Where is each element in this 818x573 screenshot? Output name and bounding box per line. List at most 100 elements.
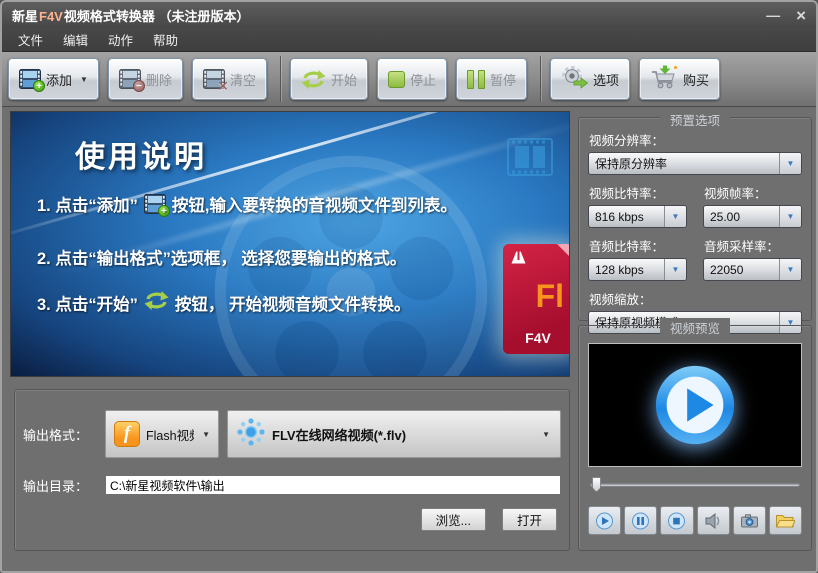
samplerate-label: 音频采样率： <box>704 240 780 254</box>
output-settings-group: 输出格式： f Flash视频 ▼ FLV在线网络视频(*.flv) ▼ 输出目… <box>14 389 570 551</box>
dropdown-arrow-button[interactable]: ▼ <box>779 153 801 174</box>
app-window: 新星F4V视频格式转换器 （未注册版本） — × 文件 编辑 动作 帮助 + 添… <box>0 0 818 573</box>
slider-track[interactable] <box>590 483 800 487</box>
clear-button[interactable]: ✕ 清空 <box>191 58 267 100</box>
adobe-logo-icon <box>511 251 526 264</box>
play-button[interactable] <box>588 506 622 535</box>
seek-slider[interactable] <box>590 477 800 493</box>
window-title: 新星F4V视频格式转换器 （未注册版本） <box>12 8 250 24</box>
play-overlay-icon[interactable] <box>651 361 739 449</box>
samplerate-select[interactable]: 22050 ▼ <box>703 258 802 281</box>
resolution-select[interactable]: 保持原分辨率 ▼ <box>588 152 802 175</box>
chevron-down-icon: ▼ <box>671 265 680 274</box>
f4v-format-text: F4V <box>525 330 551 346</box>
filmstrip-deco-icon <box>507 138 553 176</box>
open-folder-button[interactable] <box>768 506 803 535</box>
stop-playback-button[interactable] <box>660 506 694 535</box>
output-buttons-row: 浏览... 打开 <box>23 508 561 531</box>
video-bitrate-select[interactable]: 816 kbps ▼ <box>588 205 687 228</box>
dropdown-arrow-button[interactable]: ▼ <box>779 259 801 280</box>
add-dropdown-arrow[interactable]: ▼ <box>80 75 88 84</box>
cart-icon <box>650 65 678 93</box>
framerate-label: 视频帧率： <box>704 187 767 201</box>
menu-bar: 文件 编辑 动作 帮助 <box>2 28 816 52</box>
framerate-select[interactable]: 25.00 ▼ <box>703 205 802 228</box>
format-category-select[interactable]: f Flash视频 ▼ <box>105 410 219 458</box>
player-controls <box>588 506 803 535</box>
video-scale-label: 视频缩放： <box>589 293 652 307</box>
pause-playback-button[interactable] <box>624 506 658 535</box>
start-button[interactable]: 开始 <box>289 58 368 100</box>
minus-badge-icon: − <box>132 80 145 92</box>
output-dir-label: 输出目录： <box>23 478 89 494</box>
preset-options-group: 预置选项 视频分辨率： 保持原分辨率 ▼ 视频比特率： 816 kbps ▼ 视… <box>578 110 812 334</box>
preview-group-title: 视频预览 <box>659 318 731 337</box>
start-convert-icon <box>301 69 326 90</box>
output-dir-input[interactable] <box>105 475 561 495</box>
film-clear-icon: ✕ <box>202 69 229 93</box>
menu-action[interactable]: 动作 <box>98 27 143 52</box>
remove-button-label: 删除 <box>145 72 172 88</box>
remove-button[interactable]: − 删除 <box>107 58 183 100</box>
menu-file[interactable]: 文件 <box>8 27 53 52</box>
instructions-banner: 使用说明 1. 点击“添加” + 按钮,输入要转换的音视频文件到列表。 2. 点… <box>10 111 570 377</box>
title-bar: 新星F4V视频格式转换器 （未注册版本） — × <box>2 2 816 28</box>
output-format-label: 输出格式： <box>23 427 89 443</box>
chevron-down-icon: ▼ <box>202 429 210 439</box>
pause-icon <box>467 69 485 89</box>
stop-button-label: 停止 <box>409 72 436 88</box>
audio-bitrate-label: 音频比特率： <box>589 240 665 254</box>
close-button[interactable]: × <box>796 7 806 24</box>
preset-group-title: 预置选项 <box>659 110 731 129</box>
pause-button[interactable]: 暂停 <box>456 58 528 100</box>
buy-button[interactable]: 购买 <box>639 58 721 100</box>
film-add-inline-icon: + <box>143 194 170 217</box>
chevron-down-icon: ▼ <box>786 159 795 168</box>
menu-help[interactable]: 帮助 <box>143 27 188 52</box>
chevron-down-icon: ▼ <box>786 265 795 274</box>
add-button[interactable]: + 添加 ▼ <box>8 58 99 100</box>
options-button[interactable]: 选项 <box>550 58 631 100</box>
client-area: 使用说明 1. 点击“添加” + 按钮,输入要转换的音视频文件到列表。 2. 点… <box>2 107 816 570</box>
format-profile-select[interactable]: FLV在线网络视频(*.flv) ▼ <box>227 410 561 458</box>
plus-badge-icon: + <box>33 80 45 92</box>
toolbar-separator <box>540 56 542 102</box>
flash-logo-icon: f <box>114 421 140 447</box>
menu-edit[interactable]: 编辑 <box>53 27 98 52</box>
output-format-row: 输出格式： f Flash视频 ▼ FLV在线网络视频(*.flv) ▼ <box>23 410 561 458</box>
x-badge-icon: ✕ <box>217 78 229 94</box>
dropdown-arrow-button[interactable]: ▼ <box>664 206 686 227</box>
film-remove-icon: − <box>118 69 145 92</box>
stop-icon <box>387 70 405 88</box>
window-controls: — × <box>766 7 806 24</box>
video-preview-screen <box>588 343 802 467</box>
start-convert-inline-icon <box>144 290 169 316</box>
stop-button[interactable]: 停止 <box>376 58 447 100</box>
flv-profile-icon <box>236 417 266 452</box>
f4v-file-icon: Fl F4V <box>503 244 569 354</box>
dropdown-arrow-button[interactable]: ▼ <box>779 206 801 227</box>
output-dir-row: 输出目录： <box>23 475 561 495</box>
options-button-label: 选项 <box>593 72 620 88</box>
folded-corner <box>557 244 569 260</box>
video-bitrate-label: 视频比特率： <box>589 187 665 201</box>
open-button[interactable]: 打开 <box>501 508 557 531</box>
film-add-icon: + <box>19 69 45 92</box>
resolution-label: 视频分辨率： <box>589 134 665 148</box>
audio-bitrate-select[interactable]: 128 kbps ▼ <box>588 258 687 281</box>
buy-button-label: 购买 <box>683 72 710 88</box>
banner-title: 使用说明 <box>75 141 207 174</box>
chevron-down-icon: ▼ <box>786 212 795 221</box>
snapshot-button[interactable] <box>732 506 766 535</box>
slider-thumb[interactable] <box>592 477 601 492</box>
volume-button[interactable] <box>696 506 730 535</box>
instruction-step-2: 2. 点击“输出格式”选项框， 选择您要输出的格式。 <box>37 250 407 268</box>
plus-badge-icon: + <box>157 205 170 217</box>
minimize-button[interactable]: — <box>766 8 780 22</box>
chevron-down-icon: ▼ <box>542 429 550 439</box>
toolbar-separator <box>279 56 281 102</box>
dropdown-arrow-button[interactable]: ▼ <box>664 259 686 280</box>
browse-button[interactable]: 浏览... <box>420 508 486 531</box>
add-button-label: 添加 <box>46 72 73 88</box>
pause-button-label: 暂停 <box>490 72 517 88</box>
